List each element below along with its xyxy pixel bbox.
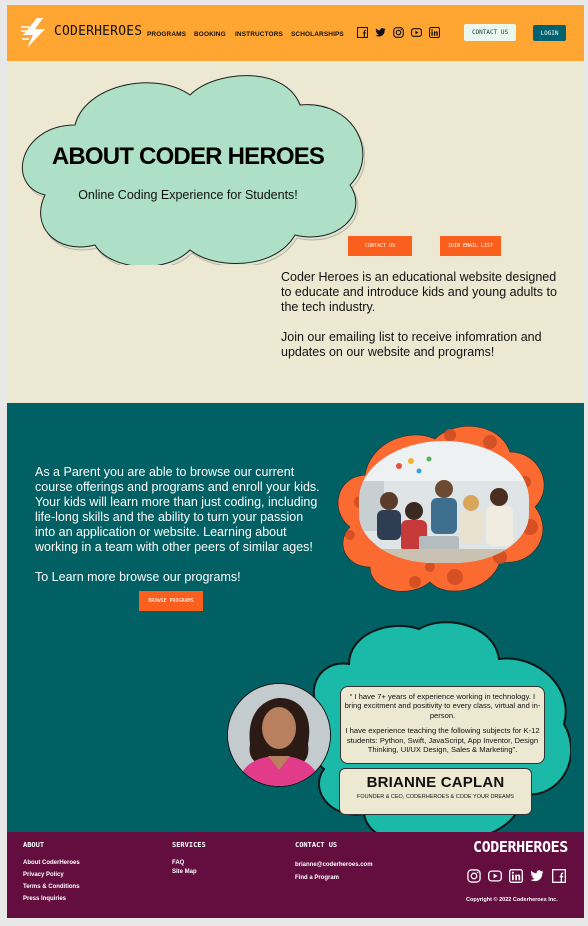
browse-programs-button[interactable]: BROWSE PROGRAMS bbox=[139, 591, 203, 611]
contact-us-button[interactable]: CONTACT US bbox=[464, 24, 516, 41]
instagram-icon[interactable] bbox=[393, 27, 404, 38]
footer-linkedin-icon[interactable] bbox=[509, 869, 523, 883]
nav-booking[interactable]: BOOKING bbox=[194, 31, 226, 38]
testimonial-name-card: BRIANNE CAPLAN FOUNDER & CEO, CODERHEROE… bbox=[339, 768, 532, 815]
copyright-text: Copyright © 2022 Coderheroes Inc. bbox=[466, 897, 558, 903]
parents-paragraph-2: To Learn more browse our programs! bbox=[35, 570, 241, 584]
hero-subtitle: Online Coding Experience for Students! bbox=[78, 188, 298, 202]
facebook-icon[interactable] bbox=[357, 27, 368, 38]
footer-link-privacy[interactable]: Privacy Policy bbox=[23, 872, 64, 878]
footer-youtube-icon[interactable] bbox=[488, 869, 502, 883]
about-paragraph-1: Coder Heroes is an educational website d… bbox=[281, 270, 557, 314]
footer-twitter-icon[interactable] bbox=[530, 869, 544, 883]
nav-instructors[interactable]: INSTRUCTORS bbox=[235, 31, 283, 38]
testimonial-quote: “ I have 7+ years of experience working … bbox=[340, 686, 545, 764]
about-text: Coder Heroes is an educational website d… bbox=[281, 270, 566, 360]
quote-paragraph-1: “ I have 7+ years of experience working … bbox=[344, 692, 541, 720]
footer-facebook-icon[interactable] bbox=[552, 869, 566, 883]
hero-title: ABOUT CODER HEROES bbox=[51, 143, 325, 170]
footer-instagram-icon[interactable] bbox=[467, 869, 481, 883]
header: CODERHEROES PROGRAMS BOOKING INSTRUCTORS… bbox=[7, 5, 584, 61]
footer-link-terms[interactable]: Terms & Conditions bbox=[23, 884, 80, 890]
about-paragraph-2: Join our emailing list to receive infomr… bbox=[281, 330, 542, 359]
footer-email-link[interactable]: brianne@coderheroes.com bbox=[295, 862, 373, 868]
kids-classroom-photo bbox=[359, 441, 529, 563]
lightning-logo-icon[interactable] bbox=[21, 18, 49, 48]
quote-paragraph-2: I have experience teaching the following… bbox=[345, 726, 540, 755]
youtube-icon[interactable] bbox=[411, 27, 422, 38]
footer-link-press[interactable]: Press Inquiries bbox=[23, 896, 66, 902]
founder-avatar bbox=[227, 683, 331, 787]
footer-link-faq[interactable]: FAQ bbox=[172, 860, 184, 866]
footer-find-program-link[interactable]: Find a Program bbox=[295, 875, 339, 881]
nav-scholarships[interactable]: SCHOLARSHIPS bbox=[291, 31, 344, 38]
footer-about-heading: ABOUT bbox=[23, 841, 45, 849]
twitter-icon[interactable] bbox=[375, 27, 386, 38]
brand-name[interactable]: CODERHEROES bbox=[54, 24, 142, 39]
founder-role: FOUNDER & CEO, CODERHEROES & CODE YOUR D… bbox=[357, 794, 514, 800]
parents-paragraph-1: As a Parent you are able to browse our c… bbox=[35, 465, 320, 554]
footer-link-about[interactable]: About CoderHeroes bbox=[23, 860, 80, 866]
founder-name: BRIANNE CAPLAN bbox=[366, 774, 505, 791]
footer-services-heading: SERVICES bbox=[172, 841, 206, 849]
footer-link-sitemap[interactable]: Site Map bbox=[172, 869, 197, 875]
join-email-list-button[interactable]: JOIN EMAIL LIST bbox=[440, 236, 501, 256]
parents-text: As a Parent you are able to browse our c… bbox=[35, 465, 325, 585]
nav-programs[interactable]: PROGRAMS bbox=[147, 31, 186, 38]
hero-contact-button[interactable]: CONTACT US bbox=[348, 236, 412, 256]
page: CODERHEROES PROGRAMS BOOKING INSTRUCTORS… bbox=[7, 5, 584, 918]
linkedin-icon[interactable] bbox=[429, 27, 440, 38]
footer-brand[interactable]: CODERHEROES bbox=[473, 838, 568, 856]
footer-contact-heading: CONTACT US bbox=[295, 841, 338, 849]
login-button[interactable]: LOGIN bbox=[533, 25, 566, 41]
